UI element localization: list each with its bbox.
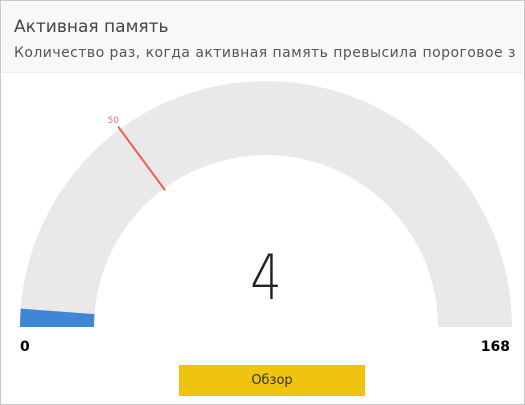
gauge-min-label: 0: [20, 339, 30, 355]
active-memory-card: Активная память Количество раз, когда ак…: [0, 0, 525, 405]
gauge-max-label: 168: [480, 339, 510, 355]
gauge-value: 4: [250, 241, 282, 314]
gauge: 50: [20, 81, 512, 328]
gauge-target-label: 50: [108, 116, 120, 126]
overview-button[interactable]: Обзор: [179, 365, 365, 396]
